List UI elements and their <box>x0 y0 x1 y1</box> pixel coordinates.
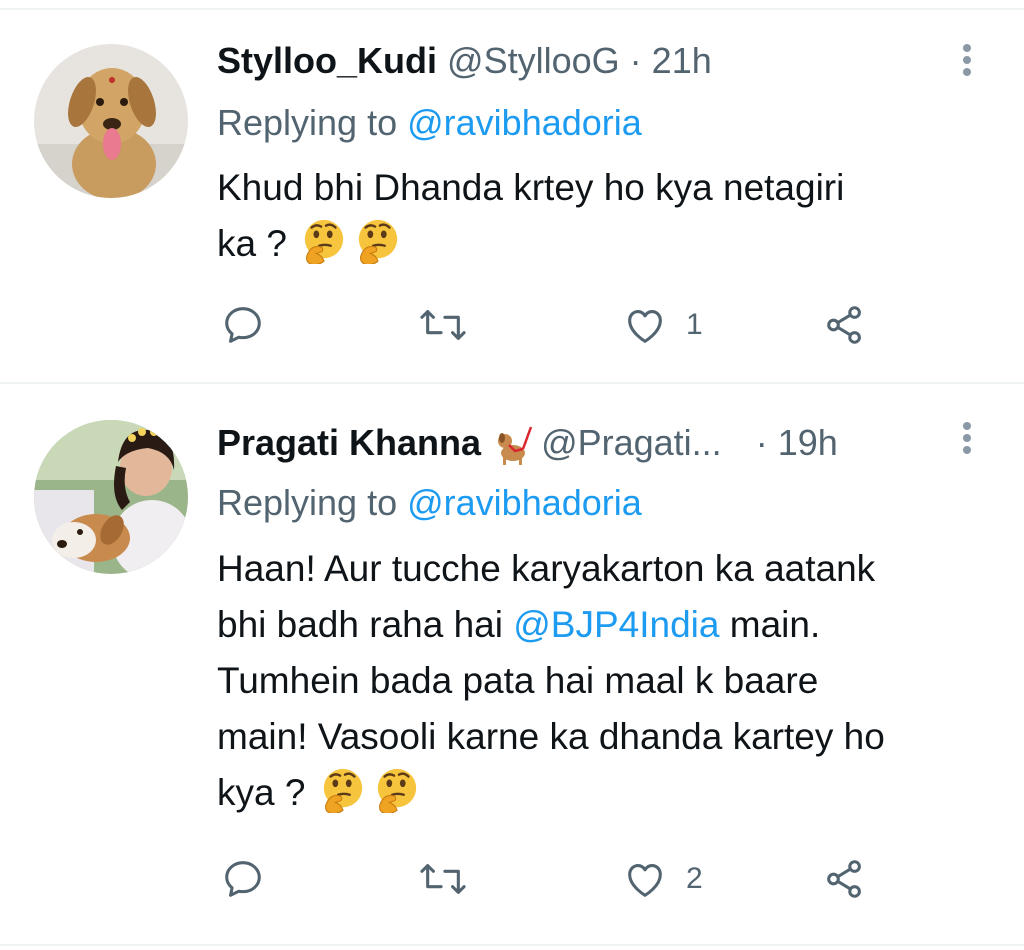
replying-label: Replying to <box>217 482 398 523</box>
avatar[interactable] <box>34 44 188 198</box>
retweet-icon <box>420 864 466 894</box>
like-count: 2 <box>686 862 703 895</box>
mention-link[interactable]: @BJP4India <box>513 604 719 645</box>
replying-label: Replying to <box>217 102 398 143</box>
tweet-text-line: main! Vasooli karne ka dhanda kartey ho <box>217 716 885 757</box>
tweet-reply[interactable]: Pragati Khanna @Pragati... · 19h Replyin… <box>0 384 1024 944</box>
user-handle[interactable]: @StyllooG <box>447 40 620 81</box>
share-button[interactable] <box>822 300 868 350</box>
tweet-text: Haan! Aur tucche karyakarton ka aatank b… <box>217 541 1007 821</box>
tweet-text-line: Tumhein bada pata hai maal k baare <box>217 660 819 701</box>
tweet-text-fragment: bhi badh raha hai <box>217 604 503 645</box>
thinking-face-icon <box>320 767 366 813</box>
dog-with-leash-emoji-icon <box>498 427 533 466</box>
heart-icon <box>628 310 662 343</box>
more-vertical-icon[interactable] <box>952 418 982 458</box>
timestamp[interactable]: 19h <box>778 422 838 463</box>
retweet-icon <box>420 310 466 340</box>
replying-handle-link[interactable]: @ravibhadoria <box>407 482 642 523</box>
tweet-text-line: ka ? <box>217 216 1007 272</box>
tweet-text-fragment: kya ? <box>217 772 306 813</box>
like-button[interactable]: 2 <box>622 854 703 904</box>
tweet-text: Khud bhi Dhanda krtey ho kya netagiri ka… <box>217 160 1007 272</box>
tweet-actions: 1 <box>0 300 1024 350</box>
tweet-text-line: Khud bhi Dhanda krtey ho kya netagiri <box>217 167 845 208</box>
like-count: 1 <box>686 308 703 341</box>
replying-handle-link[interactable]: @ravibhadoria <box>407 102 642 143</box>
tweet-text-line: kya ? <box>217 765 1007 821</box>
bottom-divider <box>0 944 1024 946</box>
like-button[interactable]: 1 <box>622 300 703 350</box>
share-button[interactable] <box>822 854 868 904</box>
display-name[interactable]: Stylloo_Kudi <box>217 40 437 81</box>
separator-dot: · <box>755 422 768 463</box>
tweet-text-line: Haan! Aur tucche karyakarton ka aatank <box>217 548 876 589</box>
reply-button[interactable] <box>220 300 284 350</box>
retweet-button[interactable] <box>418 854 486 904</box>
user-handle[interactable]: @Pragati... <box>541 422 722 463</box>
thinking-face-icon <box>355 218 401 264</box>
separator-dot: · <box>629 40 642 81</box>
tweet-text-fragment: ka ? <box>217 223 287 264</box>
tweet-text-line: bhi badh raha hai @BJP4India main. <box>217 597 1007 653</box>
heart-icon <box>628 864 662 897</box>
replying-to: Replying to @ravibhadoria <box>217 482 642 524</box>
tweet-header: Pragati Khanna @Pragati... · 19h <box>217 420 838 466</box>
replying-to: Replying to @ravibhadoria <box>217 102 642 144</box>
share-icon <box>827 860 861 898</box>
retweet-button[interactable] <box>418 300 486 350</box>
reply-icon <box>225 861 261 897</box>
thinking-face-icon <box>301 218 347 264</box>
more-vertical-icon[interactable] <box>952 40 982 80</box>
tweet-text-fragment: main. <box>729 604 821 645</box>
timestamp[interactable]: 21h <box>652 40 712 81</box>
display-name[interactable]: Pragati Khanna <box>217 422 481 463</box>
thinking-face-icon <box>374 767 420 813</box>
reply-button[interactable] <box>220 854 284 904</box>
reply-icon <box>225 307 261 343</box>
tweet-reply[interactable]: Stylloo_Kudi @StyllooG · 21h Replying to… <box>0 0 1024 382</box>
share-icon <box>827 306 861 344</box>
tweet-header: Stylloo_Kudi @StyllooG · 21h <box>217 38 712 84</box>
avatar[interactable] <box>34 420 188 574</box>
tweet-actions: 2 <box>0 854 1024 904</box>
